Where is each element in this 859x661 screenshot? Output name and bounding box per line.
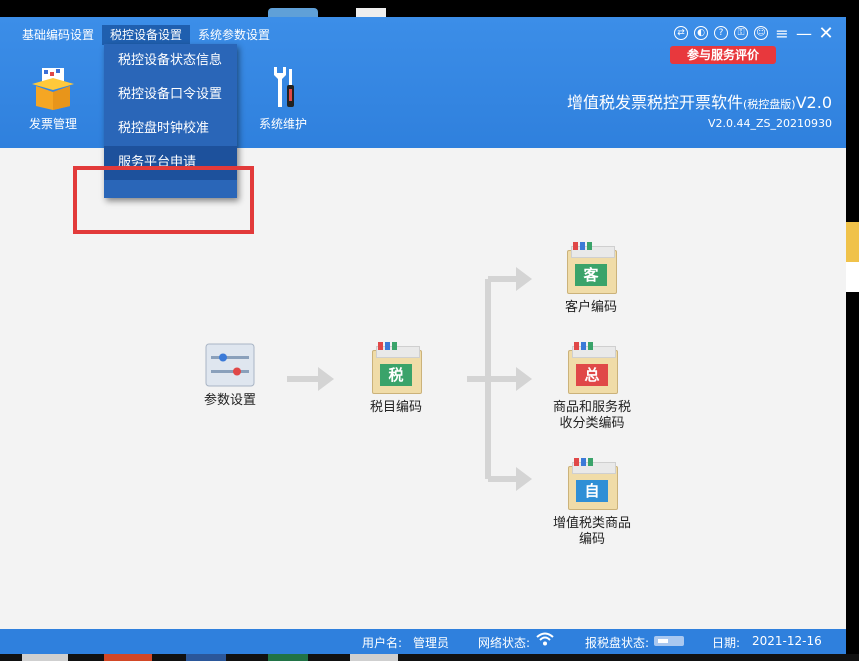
vat-goods-coding-node[interactable]: 自 增值税类商品编码 [542,458,642,548]
taskbar-top-fragment [268,8,318,17]
customer-book-char: 客 [575,264,607,286]
disk-label: 报税盘状态: [585,636,650,650]
taskbar-app-ppt[interactable] [104,654,152,661]
goods-book-char: 总 [576,364,608,386]
param-settings-label: 参数设置 [203,393,256,408]
user-value: 管理员 [413,636,450,650]
background-fragment [846,222,859,262]
date-label: 日期: [712,636,741,650]
wifi-icon [536,632,554,649]
user-label: 用户名: [362,636,403,650]
taskbar-top-fragment-2 [356,8,386,17]
menu-item-device-status[interactable]: 税控设备状态信息 [104,44,237,78]
vat-book-icon: 自 [566,458,618,510]
status-bar: 用户名: 管理员 网络状态: 报税盘状态: 日期: 2021-12-16 [0,629,846,654]
param-settings-node[interactable]: 参数设置 [190,343,270,409]
taskbar-app-5[interactable] [350,654,398,661]
app-window: 基础编码设置 税控设备设置 系统参数设置 发票管理 系统维护 ⇄ ◐ ? ⚿ ☺… [0,17,846,654]
goods-classification-node[interactable]: 总 商品和服务税收分类编码 [542,342,642,432]
tax-book-icon: 税 [370,342,422,394]
taskbar-app-excel[interactable] [268,654,308,661]
network-label: 网络状态: [478,636,531,650]
disk-icon [654,635,684,650]
menu-item-device-password[interactable]: 税控设备口令设置 [104,78,237,112]
slider-settings-icon [205,343,255,387]
taskbar-app-word[interactable] [186,654,226,661]
tax-item-coding-node[interactable]: 税 税目编码 [356,342,436,416]
tax-item-coding-label: 税目编码 [369,400,422,415]
tax-book-char: 税 [380,364,412,386]
vat-goods-coding-label: 增值税类商品编码 [552,516,631,547]
customer-coding-label: 客户编码 [564,300,617,315]
customer-book-icon: 客 [565,242,617,294]
highlight-box [73,166,254,234]
date-value: 2021-12-16 [752,634,822,648]
vat-book-char: 自 [576,480,608,502]
background-fragment-2 [846,262,859,292]
taskbar-app-1[interactable] [22,654,68,661]
goods-book-icon: 总 [566,342,618,394]
goods-classification-label: 商品和服务税收分类编码 [552,400,631,431]
menu-item-clock-calibration[interactable]: 税控盘时钟校准 [104,112,237,146]
customer-coding-node[interactable]: 客 客户编码 [546,242,636,316]
